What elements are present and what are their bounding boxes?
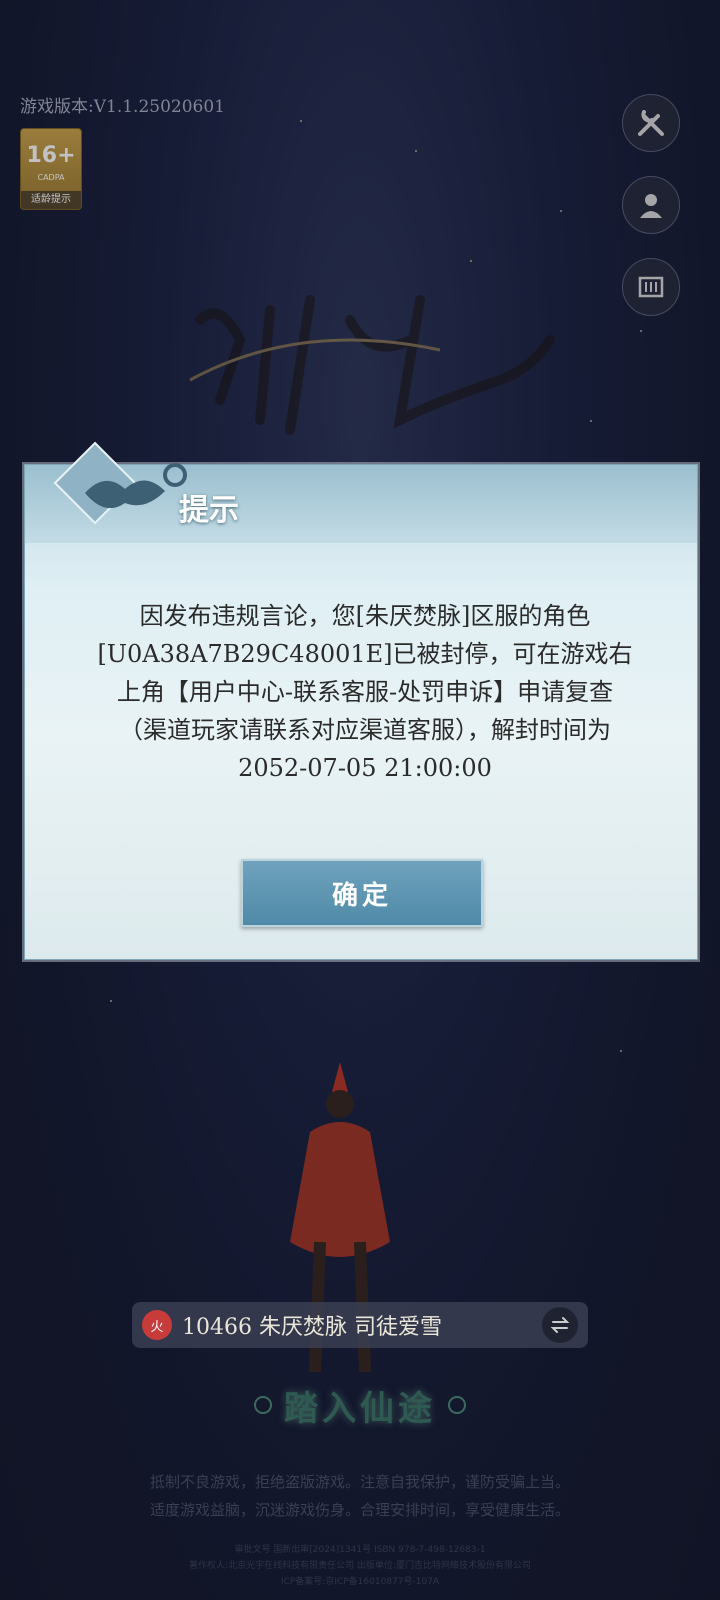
decorative-dot-right: [448, 1396, 466, 1414]
server-status-badge: 火: [142, 1310, 172, 1340]
legal-line-1: 审批文号 国新出审[2024]1341号 ISBN 978-7-498-1268…: [234, 1545, 486, 1555]
switch-server-button[interactable]: [542, 1307, 578, 1343]
server-name-label: 10466 朱厌焚脉 司徒爱雪: [182, 1315, 442, 1340]
enter-game-button[interactable]: 踏入仙途: [240, 1380, 480, 1430]
health-notice-line-1: 抵制不良游戏，拒绝盗版游戏。注意自我保护，谨防受骗上当。: [149, 1473, 570, 1491]
server-selector[interactable]: 火 10466 朱厌焚脉 司徒爱雪: [132, 1302, 588, 1348]
confirm-button[interactable]: 确定: [241, 859, 483, 927]
legal-line-3: ICP备案号:京ICP备16010877号-107A: [280, 1577, 440, 1587]
ban-message: 因发布违规言论，您[朱厌焚脉]区服的角色[U0A38A7B29C48001E]已…: [97, 602, 633, 782]
legal-line-2: 著作权人:北京光宇在线科技有限责任公司 出版单位:厦门吉比特网络技术股份有限公司: [189, 1561, 531, 1571]
cloud-emblem-icon: [53, 441, 187, 525]
switch-arrows-icon: [550, 1317, 570, 1333]
legal-info: 审批文号 国新出审[2024]1341号 ISBN 978-7-498-1268…: [0, 1542, 720, 1590]
ban-notice-dialog: 提示 因发布违规言论，您[朱厌焚脉]区服的角色[U0A38A7B29C48001…: [24, 441, 698, 960]
dialog-title: 提示: [179, 493, 239, 528]
enter-game-label: 踏入仙途: [284, 1388, 436, 1429]
decorative-dot-left: [254, 1396, 272, 1414]
health-notice-line-2: 适度游戏益脑，沉迷游戏伤身。合理安排时间，享受健康生活。: [149, 1501, 570, 1519]
health-notice: 抵制不良游戏，拒绝盗版游戏。注意自我保护，谨防受骗上当。 适度游戏益脑，沉迷游戏…: [0, 1468, 720, 1524]
